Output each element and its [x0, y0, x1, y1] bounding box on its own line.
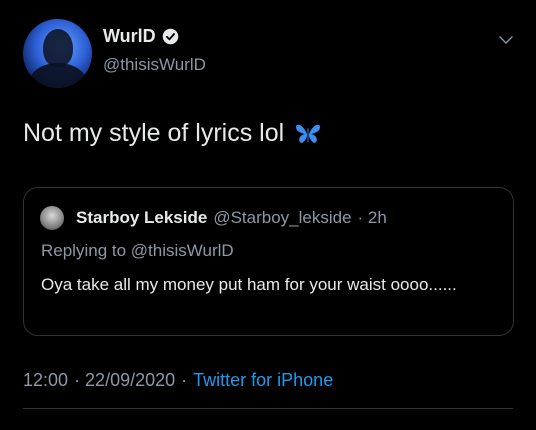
- author-handle[interactable]: @thisisWurlD: [103, 55, 206, 75]
- author-name[interactable]: WurlD: [103, 26, 156, 47]
- quoted-tweet-card[interactable]: Starboy Lekside @Starboy_lekside · 2h Re…: [23, 187, 514, 336]
- chevron-down-icon[interactable]: [497, 31, 515, 49]
- avatar-shoulders-shape: [29, 63, 87, 88]
- replying-to-label: Replying to: [41, 241, 127, 260]
- author-avatar[interactable]: [23, 19, 92, 88]
- tweet-text-row: Not my style of lyrics lol: [23, 119, 322, 148]
- quoted-time: · 2h: [357, 208, 387, 227]
- avatar-head-shape: [43, 29, 73, 67]
- replying-to-line: Replying to @thisisWurlD: [41, 241, 234, 261]
- tweet-source[interactable]: Twitter for iPhone: [193, 370, 333, 391]
- tweet-time[interactable]: 12:00: [23, 370, 68, 391]
- author-name-row: WurlD: [103, 26, 179, 47]
- tweet-date[interactable]: · 22/09/2020: [74, 370, 175, 391]
- quoted-handle[interactable]: @Starboy_lekside: [213, 208, 351, 228]
- verified-badge-icon: [162, 28, 178, 45]
- tweet-footer: 12:00 · 22/09/2020 · Twitter for iPhone: [23, 370, 333, 391]
- replying-to-handle[interactable]: @thisisWurlD: [131, 241, 234, 260]
- divider: [23, 408, 513, 409]
- tweet-text: Not my style of lyrics lol: [23, 119, 285, 147]
- quoted-avatar[interactable]: [40, 206, 64, 230]
- quoted-text: Oya take all my money put ham for your w…: [41, 275, 457, 294]
- quoted-name[interactable]: Starboy Lekside: [76, 208, 207, 228]
- footer-separator: ·: [181, 370, 188, 390]
- quoted-header: Starboy Lekside @Starboy_lekside · 2h: [76, 208, 387, 228]
- butterfly-icon: [296, 124, 321, 143]
